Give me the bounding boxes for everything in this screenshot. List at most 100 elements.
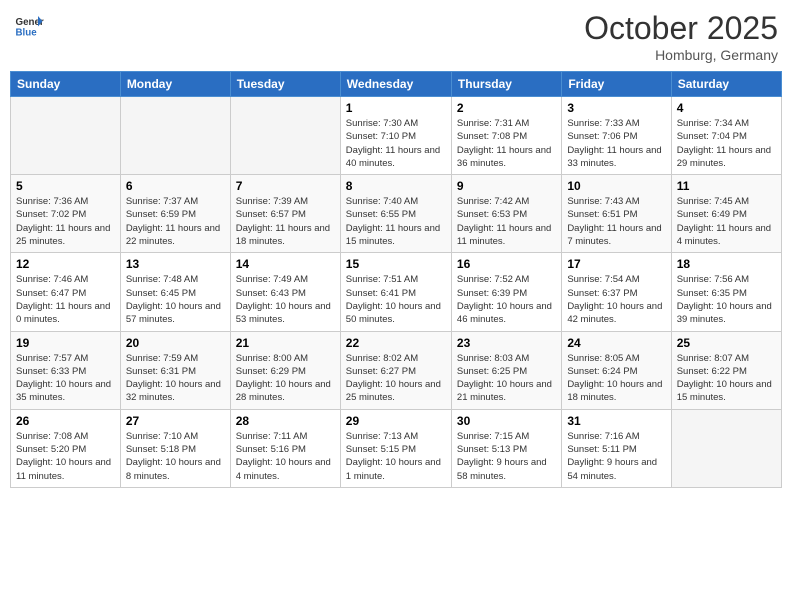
- page-header: General Blue October 2025 Homburg, Germa…: [10, 10, 782, 63]
- calendar-cell: 20 Sunrise: 7:59 AM Sunset: 6:31 PM Dayli…: [120, 331, 230, 409]
- calendar-cell: [230, 97, 340, 175]
- day-number: 8: [346, 179, 446, 193]
- day-info: Sunrise: 7:16 AM Sunset: 5:11 PM Dayligh…: [567, 430, 665, 483]
- day-number: 23: [457, 336, 556, 350]
- day-number: 13: [126, 257, 225, 271]
- calendar-cell: 30Sunrise: 7:15 AM Sunset: 5:13 PM Dayli…: [451, 409, 561, 487]
- day-number: 12: [16, 257, 115, 271]
- logo: General Blue: [14, 10, 44, 40]
- calendar-cell: 29 Sunrise: 7:13 AM Sunset: 5:15 PM Dayli…: [340, 409, 451, 487]
- day-number: 31: [567, 414, 665, 428]
- calendar-week-4: 19 Sunrise: 7:57 AM Sunset: 6:33 PM Dayli…: [11, 331, 782, 409]
- day-info: Sunrise: 7:30 AM Sunset: 7:10 PM Dayligh…: [346, 117, 446, 170]
- day-info: Sunrise: 7:54 AM Sunset: 6:37 PM Dayligh…: [567, 273, 665, 326]
- day-number: 25: [677, 336, 776, 350]
- day-info: Sunrise: 7:08 AM Sunset: 5:20 PM Dayligh…: [16, 430, 115, 483]
- day-number: 27: [126, 414, 225, 428]
- calendar-week-5: 26 Sunrise: 7:08 AM Sunset: 5:20 PM Dayli…: [11, 409, 782, 487]
- day-number: 22: [346, 336, 446, 350]
- day-number: 24: [567, 336, 665, 350]
- calendar-cell: 13 Sunrise: 7:48 AM Sunset: 6:45 PM Dayli…: [120, 253, 230, 331]
- day-number: 26: [16, 414, 115, 428]
- day-info: Sunrise: 7:56 AM Sunset: 6:35 PM Dayligh…: [677, 273, 776, 326]
- day-info: Sunrise: 7:59 AM Sunset: 6:31 PM Dayligh…: [126, 352, 225, 405]
- calendar-cell: 2 Sunrise: 7:31 AM Sunset: 7:08 PM Daylig…: [451, 97, 561, 175]
- svg-text:Blue: Blue: [16, 28, 38, 39]
- calendar-cell: [671, 409, 781, 487]
- weekday-header-tuesday: Tuesday: [230, 72, 340, 97]
- day-number: 10: [567, 179, 665, 193]
- day-info: Sunrise: 7:49 AM Sunset: 6:43 PM Dayligh…: [236, 273, 335, 326]
- calendar-cell: [11, 97, 121, 175]
- day-number: 1: [346, 101, 446, 115]
- calendar-cell: 31 Sunrise: 7:16 AM Sunset: 5:11 PM Dayli…: [562, 409, 671, 487]
- calendar-cell: 26 Sunrise: 7:08 AM Sunset: 5:20 PM Dayli…: [11, 409, 121, 487]
- day-info: Sunrise: 7:46 AM Sunset: 6:47 PM Dayligh…: [16, 273, 115, 326]
- day-number: 14: [236, 257, 335, 271]
- day-info: Sunrise: 8:00 AM Sunset: 6:29 PM Dayligh…: [236, 352, 335, 405]
- calendar-cell: 5 Sunrise: 7:36 AM Sunset: 7:02 PM Daylig…: [11, 175, 121, 253]
- day-info: Sunrise: 7:31 AM Sunset: 7:08 PM Dayligh…: [457, 117, 556, 170]
- calendar-cell: 16 Sunrise: 7:52 AM Sunset: 6:39 PM Dayli…: [451, 253, 561, 331]
- calendar-cell: 6 Sunrise: 7:37 AM Sunset: 6:59 PM Daylig…: [120, 175, 230, 253]
- calendar-cell: 1 Sunrise: 7:30 AM Sunset: 7:10 PM Daylig…: [340, 97, 451, 175]
- day-number: 7: [236, 179, 335, 193]
- calendar-week-2: 5 Sunrise: 7:36 AM Sunset: 7:02 PM Daylig…: [11, 175, 782, 253]
- day-info: Sunrise: 8:05 AM Sunset: 6:24 PM Dayligh…: [567, 352, 665, 405]
- day-info: Sunrise: 8:07 AM Sunset: 6:22 PM Dayligh…: [677, 352, 776, 405]
- day-info: Sunrise: 7:48 AM Sunset: 6:45 PM Dayligh…: [126, 273, 225, 326]
- day-info: Sunrise: 7:39 AM Sunset: 6:57 PM Dayligh…: [236, 195, 335, 248]
- weekday-header-wednesday: Wednesday: [340, 72, 451, 97]
- calendar-cell: 18 Sunrise: 7:56 AM Sunset: 6:35 PM Dayli…: [671, 253, 781, 331]
- calendar-cell: 22 Sunrise: 8:02 AM Sunset: 6:27 PM Dayli…: [340, 331, 451, 409]
- calendar-week-3: 12 Sunrise: 7:46 AM Sunset: 6:47 PM Dayli…: [11, 253, 782, 331]
- day-number: 9: [457, 179, 556, 193]
- day-number: 18: [677, 257, 776, 271]
- day-number: 20: [126, 336, 225, 350]
- day-info: Sunrise: 7:13 AM Sunset: 5:15 PM Dayligh…: [346, 430, 446, 483]
- day-number: 19: [16, 336, 115, 350]
- weekday-header-thursday: Thursday: [451, 72, 561, 97]
- day-info: Sunrise: 7:34 AM Sunset: 7:04 PM Dayligh…: [677, 117, 776, 170]
- calendar-cell: 17Sunrise: 7:54 AM Sunset: 6:37 PM Dayli…: [562, 253, 671, 331]
- day-info: Sunrise: 7:36 AM Sunset: 7:02 PM Dayligh…: [16, 195, 115, 248]
- day-info: Sunrise: 7:37 AM Sunset: 6:59 PM Dayligh…: [126, 195, 225, 248]
- calendar-cell: 12 Sunrise: 7:46 AM Sunset: 6:47 PM Dayli…: [11, 253, 121, 331]
- day-info: Sunrise: 7:33 AM Sunset: 7:06 PM Dayligh…: [567, 117, 665, 170]
- day-info: Sunrise: 7:51 AM Sunset: 6:41 PM Dayligh…: [346, 273, 446, 326]
- day-number: 2: [457, 101, 556, 115]
- calendar-cell: 14 Sunrise: 7:49 AM Sunset: 6:43 PM Dayli…: [230, 253, 340, 331]
- weekday-header-row: SundayMondayTuesdayWednesdayThursdayFrid…: [11, 72, 782, 97]
- day-number: 5: [16, 179, 115, 193]
- calendar-cell: 15 Sunrise: 7:51 AM Sunset: 6:41 PM Dayli…: [340, 253, 451, 331]
- day-number: 11: [677, 179, 776, 193]
- weekday-header-monday: Monday: [120, 72, 230, 97]
- calendar-cell: 8 Sunrise: 7:40 AM Sunset: 6:55 PM Daylig…: [340, 175, 451, 253]
- day-number: 4: [677, 101, 776, 115]
- day-number: 15: [346, 257, 446, 271]
- calendar-week-1: 1 Sunrise: 7:30 AM Sunset: 7:10 PM Daylig…: [11, 97, 782, 175]
- day-info: Sunrise: 7:40 AM Sunset: 6:55 PM Dayligh…: [346, 195, 446, 248]
- calendar-cell: [120, 97, 230, 175]
- day-number: 29: [346, 414, 446, 428]
- day-info: Sunrise: 7:57 AM Sunset: 6:33 PM Dayligh…: [16, 352, 115, 405]
- calendar-cell: 9 Sunrise: 7:42 AM Sunset: 6:53 PM Daylig…: [451, 175, 561, 253]
- calendar-cell: 7 Sunrise: 7:39 AM Sunset: 6:57 PM Daylig…: [230, 175, 340, 253]
- calendar-cell: 10 Sunrise: 7:43 AM Sunset: 6:51 PM Dayli…: [562, 175, 671, 253]
- calendar-table: SundayMondayTuesdayWednesdayThursdayFrid…: [10, 71, 782, 488]
- calendar-cell: 24 Sunrise: 8:05 AM Sunset: 6:24 PM Dayli…: [562, 331, 671, 409]
- weekday-header-sunday: Sunday: [11, 72, 121, 97]
- location: Homburg, Germany: [584, 47, 778, 63]
- day-number: 30: [457, 414, 556, 428]
- day-number: 16: [457, 257, 556, 271]
- day-number: 21: [236, 336, 335, 350]
- day-info: Sunrise: 7:43 AM Sunset: 6:51 PM Dayligh…: [567, 195, 665, 248]
- calendar-cell: 21 Sunrise: 8:00 AM Sunset: 6:29 PM Dayli…: [230, 331, 340, 409]
- day-info: Sunrise: 8:02 AM Sunset: 6:27 PM Dayligh…: [346, 352, 446, 405]
- calendar-cell: 25 Sunrise: 8:07 AM Sunset: 6:22 PM Dayli…: [671, 331, 781, 409]
- day-info: Sunrise: 7:42 AM Sunset: 6:53 PM Dayligh…: [457, 195, 556, 248]
- title-block: October 2025 Homburg, Germany: [584, 10, 778, 63]
- day-number: 6: [126, 179, 225, 193]
- day-info: Sunrise: 7:52 AM Sunset: 6:39 PM Dayligh…: [457, 273, 556, 326]
- month-title: October 2025: [584, 10, 778, 47]
